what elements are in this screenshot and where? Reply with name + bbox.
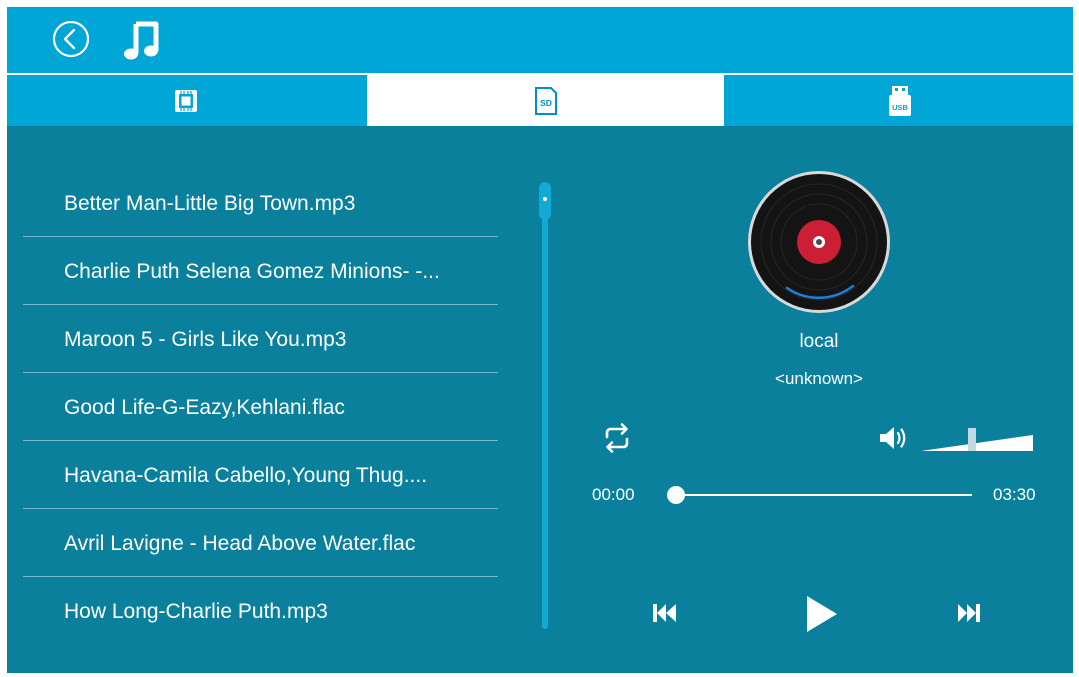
sd-card-icon: SD <box>534 86 557 115</box>
scrollbar-track[interactable] <box>542 182 548 629</box>
vinyl-record-icon <box>748 171 890 313</box>
repeat-button[interactable] <box>599 421 635 455</box>
previous-button[interactable] <box>650 598 680 628</box>
song-item[interactable]: How Long-Charlie Puth.mp3 <box>23 577 498 644</box>
volume-slider[interactable] <box>921 423 1033 453</box>
progress-slider[interactable] <box>667 483 974 507</box>
volume-slider-knob[interactable] <box>968 428 976 451</box>
chip-icon <box>175 89 197 112</box>
back-button[interactable] <box>51 19 91 59</box>
music-player-app: SD USB Better Man-Little Big Town.mp3 Ch… <box>7 7 1073 673</box>
song-item[interactable]: Good Life-G-Eazy,Kehlani.flac <box>23 373 498 441</box>
tab-usb[interactable]: USB <box>726 75 1073 126</box>
progress-track[interactable] <box>675 494 972 496</box>
scrollbar-thumb[interactable] <box>539 182 551 220</box>
track-artist: local <box>799 331 839 352</box>
song-item[interactable]: Avril Lavigne - Head Above Water.flac <box>23 509 498 577</box>
song-item[interactable]: Havana-Camila Cabello,Young Thug.... <box>23 441 498 509</box>
speaker-volume-icon <box>880 427 906 449</box>
repeat-icon <box>605 423 629 453</box>
back-circle-icon <box>52 20 90 58</box>
top-bar <box>7 7 1073 73</box>
skip-previous-icon <box>653 604 676 622</box>
song-item[interactable]: Better Man-Little Big Town.mp3 <box>23 169 498 237</box>
storage-tabs: SD USB <box>7 73 1073 126</box>
song-list: Better Man-Little Big Town.mp3 Charlie P… <box>23 169 498 644</box>
volume-button[interactable] <box>878 424 908 452</box>
current-time: 00:00 <box>592 485 635 504</box>
next-button[interactable] <box>954 598 984 628</box>
sd-card-label: SD <box>540 98 552 108</box>
music-note-icon <box>124 21 159 60</box>
usb-drive-label: USB <box>892 103 908 112</box>
tab-internal-storage[interactable] <box>7 75 365 126</box>
tab-sd-card[interactable]: SD <box>367 75 724 126</box>
song-item[interactable]: Charlie Puth Selena Gomez Minions- -... <box>23 237 498 305</box>
play-icon <box>807 596 837 632</box>
play-button[interactable] <box>799 594 839 634</box>
skip-next-icon <box>958 604 980 622</box>
total-time: 03:30 <box>993 485 1036 504</box>
song-item[interactable]: Maroon 5 - Girls Like You.mp3 <box>23 305 498 373</box>
track-album: <unknown> <box>775 369 863 388</box>
usb-drive-icon: USB <box>888 85 911 116</box>
progress-knob[interactable] <box>667 486 685 504</box>
